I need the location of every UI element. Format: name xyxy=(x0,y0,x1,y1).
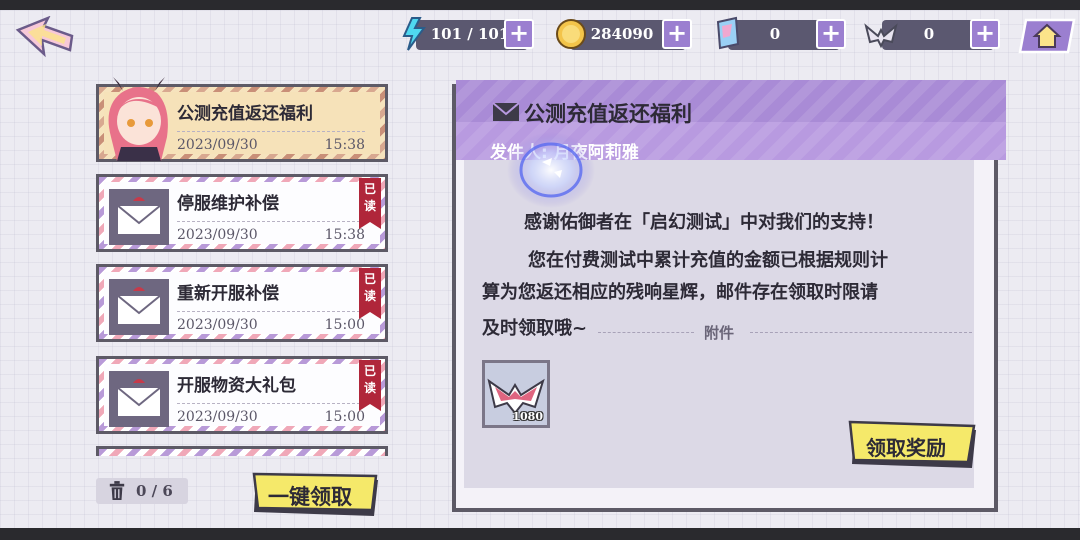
add-crystal-button[interactable]: + xyxy=(816,19,846,49)
mail-title: 停服维护补偿 xyxy=(177,194,279,214)
trash-count: 0 / 6 xyxy=(136,482,173,500)
mail-time: 15:38 xyxy=(324,137,365,153)
coin-counter: 284090 + xyxy=(556,19,692,50)
mail-body-line: 算为您返还相应的残响星辉，邮件存在领取时限请 xyxy=(482,282,878,303)
claim-all-button[interactable]: 一键领取 xyxy=(252,472,382,518)
mail-time: 15:00 xyxy=(324,409,365,425)
envelope-icon xyxy=(492,102,520,121)
read-badge: 已读 xyxy=(359,268,381,319)
mail-item-selected[interactable]: 公测充值返还福利 2023/09/30 15:38 xyxy=(96,77,388,162)
mail-body-line: 感谢佑御者在「启幻测试」中对我们的支持！ xyxy=(524,212,884,233)
delete-read-counter[interactable]: 0 / 6 xyxy=(96,478,188,504)
trash-icon xyxy=(109,481,125,500)
character-avatar xyxy=(108,77,168,161)
crystal-counter: 0 + xyxy=(716,16,846,50)
bat-token-value: 0 xyxy=(923,25,935,43)
mail-date: 2023/09/30 xyxy=(177,137,258,153)
mail-time: 15:00 xyxy=(324,317,365,333)
attachment-label: 附件 xyxy=(704,324,735,342)
stamina-value: 101 / 101 xyxy=(430,25,510,43)
mail-detail-panel: 公测充值返还福利 发件人: 月夜阿莉雅 感谢佑御者在「启幻测试」中对我们的支持！… xyxy=(448,78,1008,518)
mail-date: 2023/09/30 xyxy=(177,317,258,333)
mail-screen: 101 / 101 + 284090 + 0 + 0 + 公测充值返还福利 20… xyxy=(0,10,1080,528)
crystal-value: 0 xyxy=(769,25,781,43)
bat-token-counter: 0 + xyxy=(864,19,1000,50)
mail-title: 开服物资大礼包 xyxy=(177,376,296,396)
mail-date: 2023/09/30 xyxy=(177,227,258,243)
back-arrow-icon[interactable] xyxy=(14,16,76,60)
envelope-icon xyxy=(109,371,169,427)
mail-title: 公测充值返还福利 xyxy=(177,104,313,124)
mail-body-line: 及时领取哦~ xyxy=(482,318,588,339)
mail-title: 重新开服补偿 xyxy=(177,284,279,304)
seal-emblem xyxy=(507,132,595,208)
claim-reward-label: 领取奖励 xyxy=(866,436,946,460)
envelope-icon xyxy=(109,189,169,245)
read-badge: 已读 xyxy=(359,178,381,229)
envelope-icon xyxy=(109,279,169,335)
mail-body-line: 您在付费测试中累计充值的金额已根据规则计 xyxy=(528,250,888,271)
mail-date: 2023/09/30 xyxy=(177,409,258,425)
coin-value: 284090 xyxy=(590,25,654,43)
mail-item[interactable]: 开服物资大礼包 2023/09/30 15:00 已读 xyxy=(96,356,388,434)
crystal-icon xyxy=(716,16,740,50)
home-icon[interactable] xyxy=(1018,18,1076,54)
bat-wing-icon xyxy=(864,23,898,49)
add-stamina-button[interactable]: + xyxy=(504,19,534,49)
mail-item-partial[interactable] xyxy=(96,446,388,456)
claim-reward-button[interactable]: 领取奖励 xyxy=(848,420,978,470)
add-coin-button[interactable]: + xyxy=(662,19,692,49)
add-bat-token-button[interactable]: + xyxy=(970,19,1000,49)
stamina-counter: 101 / 101 + xyxy=(402,17,534,51)
lightning-icon xyxy=(402,17,426,51)
mail-item[interactable]: 停服维护补偿 2023/09/30 15:38 已读 xyxy=(96,174,388,252)
attachment-quantity: 1080 xyxy=(512,410,543,423)
read-badge: 已读 xyxy=(359,360,381,411)
mail-time: 15:38 xyxy=(324,227,365,243)
attachment-item[interactable]: 1080 xyxy=(482,360,550,428)
coin-icon xyxy=(556,19,586,49)
mail-item[interactable]: 重新开服补偿 2023/09/30 15:00 已读 xyxy=(96,264,388,342)
claim-all-label: 一键领取 xyxy=(268,485,352,509)
mail-detail-title: 公测充值返还福利 xyxy=(524,102,692,126)
